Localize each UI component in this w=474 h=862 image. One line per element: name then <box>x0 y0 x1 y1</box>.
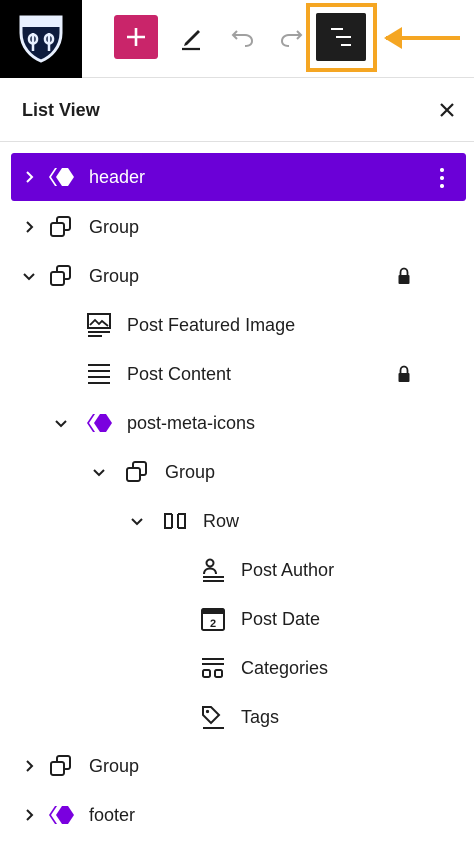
list-item-label: Categories <box>241 658 329 678</box>
template-part-icon <box>49 168 74 186</box>
list-item-categories[interactable]: Categories <box>11 644 466 692</box>
list-item-label: footer <box>89 805 136 825</box>
undo-icon <box>231 30 254 47</box>
redo-button[interactable] <box>276 22 306 52</box>
chevron-right-icon[interactable] <box>21 219 37 235</box>
chevron-down-icon[interactable] <box>91 464 107 480</box>
undo-button[interactable] <box>228 22 258 52</box>
group-icon <box>50 755 71 776</box>
list-item-label: Group <box>89 217 140 237</box>
list-item-group[interactable]: Group <box>11 203 466 251</box>
redo-icon <box>280 30 303 47</box>
add-block-button[interactable] <box>114 15 158 59</box>
list-item-label: Post Content <box>127 364 232 384</box>
chevron-right-icon[interactable] <box>21 169 37 185</box>
list-item-label: Group <box>165 462 216 482</box>
group-icon <box>50 265 71 286</box>
pencil-icon <box>182 30 200 51</box>
row-icon <box>164 513 186 529</box>
template-part-icon <box>49 806 74 824</box>
list-item-label: Post Author <box>241 560 335 580</box>
chevron-down-icon[interactable] <box>129 513 145 529</box>
list-view-icon <box>331 28 351 46</box>
list-item-label: post-meta-icons <box>127 413 256 433</box>
categories-icon <box>202 658 224 678</box>
chevron-down-icon[interactable] <box>21 268 37 284</box>
lock-icon <box>398 365 410 382</box>
chevron-right-icon[interactable] <box>21 807 37 823</box>
list-item-label: header <box>89 167 146 187</box>
list-item-label: Group <box>89 756 140 776</box>
list-item-tags[interactable]: Tags <box>11 693 466 741</box>
list-view-button[interactable] <box>316 13 366 61</box>
list-item-label: Post Featured Image <box>127 315 296 335</box>
svg-text:2: 2 <box>210 618 216 630</box>
list-item-row[interactable]: Row <box>11 497 466 545</box>
plus-icon <box>127 28 145 46</box>
route-66-logo-icon <box>19 15 63 63</box>
list-item-label: Row <box>203 511 240 531</box>
close-icon <box>440 103 454 117</box>
list-item-post-content[interactable]: Post Content <box>11 350 466 398</box>
group-icon <box>126 461 147 482</box>
site-logo[interactable] <box>0 0 82 78</box>
list-view-header: List View <box>0 79 474 142</box>
list-item-label: Post Date <box>241 609 321 629</box>
panel-title: List View <box>22 100 100 120</box>
list-item-post-date[interactable]: 2 Post Date <box>11 595 466 643</box>
list-item-footer[interactable]: footer <box>11 791 466 839</box>
list-item-label: Tags <box>241 707 280 727</box>
lock-icon <box>398 267 410 284</box>
list-item-group[interactable]: Group <box>11 742 466 790</box>
list-item-header[interactable]: header <box>11 153 466 201</box>
chevron-right-icon[interactable] <box>21 758 37 774</box>
tags-icon <box>202 706 224 729</box>
annotation-arrow-icon <box>384 27 460 49</box>
list-item-group[interactable]: Group <box>11 252 466 300</box>
list-item-post-author[interactable]: Post Author <box>11 546 466 594</box>
template-part-icon <box>87 414 112 432</box>
post-content-icon <box>88 364 110 384</box>
list-item-post-featured-image[interactable]: Post Featured Image <box>11 301 466 349</box>
list-item-group[interactable]: Group <box>11 448 466 496</box>
post-date-icon: 2 <box>201 608 225 631</box>
featured-image-icon <box>87 313 111 337</box>
close-button[interactable] <box>434 97 460 123</box>
post-author-icon <box>203 558 224 582</box>
editor-toolbar <box>0 0 474 78</box>
more-options-icon[interactable] <box>435 166 449 190</box>
list-item-post-meta-icons[interactable]: post-meta-icons <box>11 399 466 447</box>
chevron-down-icon[interactable] <box>53 415 69 431</box>
tools-button[interactable] <box>176 22 206 52</box>
group-icon <box>50 216 71 237</box>
list-item-label: Group <box>89 266 140 286</box>
